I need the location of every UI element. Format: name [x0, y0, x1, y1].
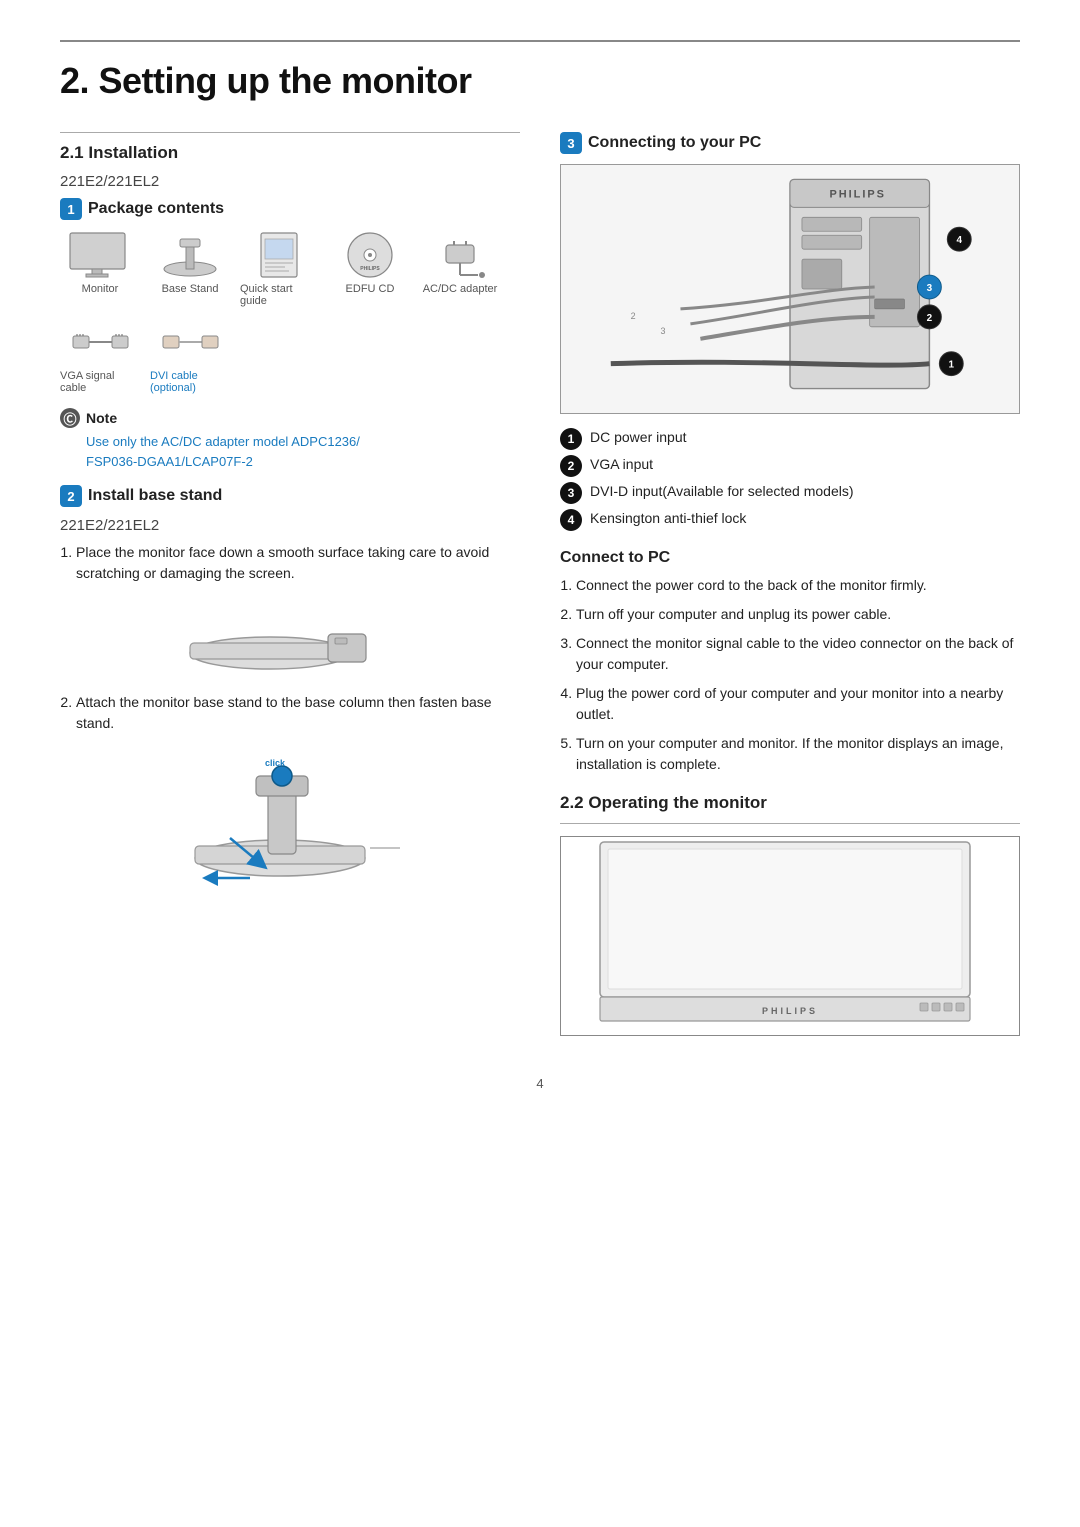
pkg-label-cd: EDFU CD [346, 283, 395, 295]
svg-text:3: 3 [661, 326, 666, 336]
connector-label-3: DVI-D input(Available for selected model… [590, 482, 854, 502]
step3-badge: 3 [560, 132, 582, 154]
svg-text:2: 2 [631, 311, 636, 321]
package-item-monitor: Monitor [60, 230, 140, 307]
svg-text:click: click [265, 758, 286, 768]
install-steps-list: Place the monitor face down a smooth sur… [76, 542, 520, 584]
connector-label-2: VGA input [590, 455, 653, 475]
step1-label: Package contents [88, 200, 224, 218]
page-number: 4 [60, 1076, 1020, 1091]
adapter-icon [425, 230, 495, 280]
connect-step-2: Turn off your computer and unplug its po… [576, 604, 1020, 625]
svg-text:3: 3 [927, 283, 933, 294]
left-column: 2.1 Installation 221E2/221EL2 1 Package … [60, 132, 520, 1036]
connect-to-pc-title: Connect to PC [560, 549, 1020, 567]
step2-header: 2 Install base stand [60, 485, 520, 507]
package-item-vga: VGA signal cable [60, 317, 140, 394]
svg-text:1: 1 [949, 360, 955, 371]
connect-step-1: Connect the power cord to the back of th… [576, 575, 1020, 596]
section-21-title: 2.1 Installation [60, 143, 520, 163]
monitor-display-illustration: PHILIPS [560, 836, 1020, 1036]
cd-icon: PHILIPS [335, 230, 405, 280]
connector-list: 1 DC power input 2 VGA input 3 DVI-D inp… [560, 428, 1020, 531]
base-flat-illustration [60, 598, 520, 678]
note-text: Use only the AC/DC adapter model ADPC123… [86, 432, 520, 471]
connector-item-4: 4 Kensington anti-thief lock [560, 509, 1020, 531]
connect-step-3: Connect the monitor signal cable to the … [576, 633, 1020, 675]
note-icon: Ⓒ [60, 408, 80, 428]
step1-header: 1 Package contents [60, 198, 520, 220]
step2-label: Install base stand [88, 487, 222, 505]
section-21-rule [60, 132, 520, 133]
connector-label-4: Kensington anti-thief lock [590, 509, 746, 529]
install-steps-list-2: Attach the monitor base stand to the bas… [76, 692, 520, 734]
package-item-cd: PHILIPS EDFU CD [330, 230, 410, 307]
package-item-stand: Base Stand [150, 230, 230, 307]
svg-text:PHILIPS: PHILIPS [762, 1006, 818, 1016]
model-label-2: 221E2/221EL2 [60, 517, 520, 534]
dvi-cable-icon [155, 317, 225, 367]
connector-item-1: 1 DC power input [560, 428, 1020, 450]
connect-step-4: Plug the power cord of your computer and… [576, 683, 1020, 725]
top-rule [60, 40, 1020, 42]
vga-cable-icon [65, 317, 135, 367]
connector-badge-2: 2 [560, 455, 582, 477]
pkg-label-guide: Quick start guide [240, 283, 320, 307]
step2-badge: 2 [60, 485, 82, 507]
step3-header: 3 Connecting to your PC [560, 132, 1020, 154]
connector-badge-1: 1 [560, 428, 582, 450]
bottom-rule [560, 823, 1020, 824]
note-box: Ⓒ Note Use only the AC/DC adapter model … [60, 408, 520, 471]
note-header: Ⓒ Note [60, 408, 520, 428]
monitor-icon [65, 230, 135, 280]
connect-steps-list: Connect the power cord to the back of th… [576, 575, 1020, 775]
package-grid: Monitor Base Stand [60, 230, 520, 394]
svg-text:PHILIPS: PHILIPS [829, 188, 885, 200]
step3-label: Connecting to your PC [588, 134, 761, 152]
install-step-1: Place the monitor face down a smooth sur… [76, 542, 520, 584]
pkg-label-dvi: DVI cable (optional) [150, 370, 230, 394]
connector-badge-3: 3 [560, 482, 582, 504]
package-item-dvi: DVI cable (optional) [150, 317, 230, 394]
page-title: 2. Setting up the monitor [60, 60, 1020, 102]
section-22-title: 2.2 Operating the monitor [560, 793, 1020, 813]
connector-item-3: 3 DVI-D input(Available for selected mod… [560, 482, 1020, 504]
connector-label-1: DC power input [590, 428, 687, 448]
connector-badge-4: 4 [560, 509, 582, 531]
package-item-guide: Quick start guide [240, 230, 320, 307]
package-item-adapter: AC/DC adapter [420, 230, 500, 307]
pc-illustration: PHILIPS 1 2 3 [560, 164, 1020, 414]
svg-text:4: 4 [956, 235, 962, 246]
right-column: 3 Connecting to your PC PHILIPS [560, 132, 1020, 1036]
pkg-label-monitor: Monitor [82, 283, 119, 295]
model-label-1: 221E2/221EL2 [60, 173, 520, 190]
svg-text:PHILIPS: PHILIPS [360, 266, 380, 272]
connector-item-2: 2 VGA input [560, 455, 1020, 477]
guide-icon [245, 230, 315, 280]
svg-text:2: 2 [927, 313, 933, 324]
step1-badge: 1 [60, 198, 82, 220]
connect-step-5: Turn on your computer and monitor. If th… [576, 733, 1020, 775]
pkg-label-vga: VGA signal cable [60, 370, 140, 394]
note-title: Note [86, 410, 117, 426]
base-click-illustration: click [60, 748, 520, 888]
pkg-label-stand: Base Stand [162, 283, 219, 295]
install-step-2: Attach the monitor base stand to the bas… [76, 692, 520, 734]
stand-icon [155, 230, 225, 280]
pkg-label-adapter: AC/DC adapter [423, 283, 498, 295]
